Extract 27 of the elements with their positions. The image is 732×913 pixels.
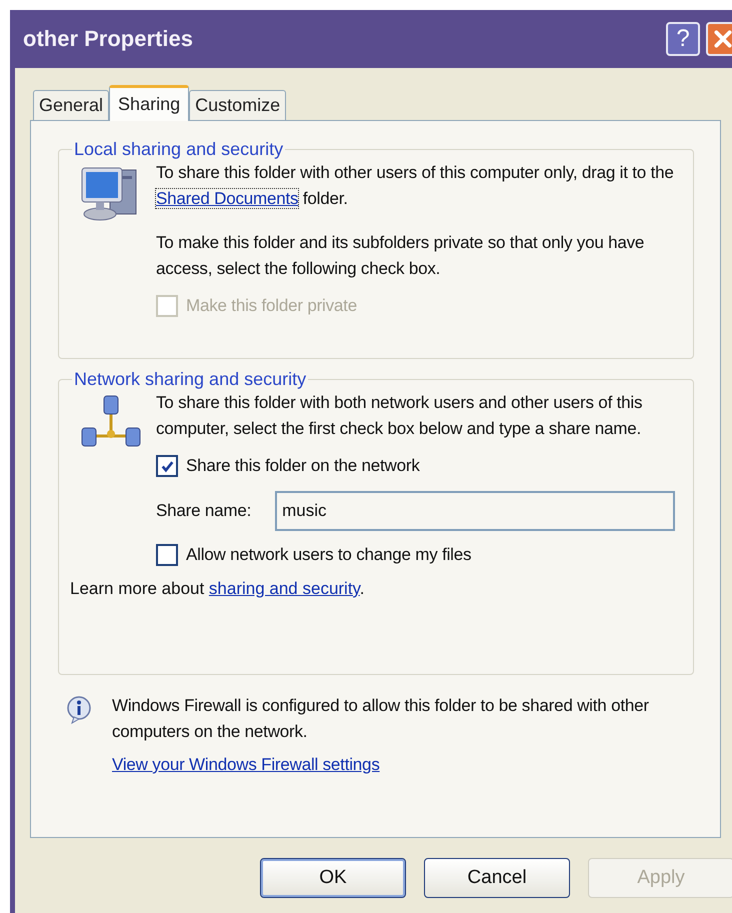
instruction-text: To share this folder with other users of this computer only, drag it to the Shared Documents folder.	[156, 162, 675, 210]
group-legend: Network sharing and security	[72, 369, 308, 390]
field-label: Share name:	[156, 501, 252, 521]
tab[interactable]: General	[33, 90, 110, 120]
instruction-text: To share this folder with both network users and other users of this computer, select the first check box below and type a share name.	[156, 392, 644, 440]
window-title: other Properties	[23, 26, 194, 52]
shared-documents-link[interactable]: Shared Documents	[156, 189, 298, 208]
checkbox[interactable]	[156, 455, 178, 477]
firewall-settings-link[interactable]: View your Windows Firewall settings	[112, 755, 380, 775]
dialog-button[interactable]: Cancel	[424, 858, 570, 898]
checkbox-label: Make this folder private	[186, 296, 357, 316]
tab[interactable]: Customize	[189, 90, 286, 120]
learn-more-text: Learn more about sharing and security.	[70, 578, 366, 600]
sharing-security-link[interactable]: sharing and security	[208, 579, 360, 598]
close-icon	[712, 28, 732, 50]
instruction-text: To make this folder and its subfolders private so that only you have access, select the following check box.	[156, 232, 646, 280]
checkbox-label: Allow network users to change my files	[186, 545, 472, 565]
help-button[interactable]: ?	[666, 22, 700, 56]
checkbox[interactable]	[156, 544, 178, 566]
firewall-text: Windows Firewall is configured to allow this folder to be shared with other computers on the network.	[112, 695, 650, 743]
checkmark-icon	[160, 458, 174, 474]
group-legend: Local sharing and security	[72, 139, 286, 160]
close-button[interactable]	[706, 22, 732, 56]
dialog-button[interactable]: OK	[260, 858, 406, 898]
tab[interactable]: Sharing	[109, 85, 190, 121]
share-name-field[interactable]: music	[275, 491, 675, 531]
checkbox-label: Share this folder on the network	[186, 456, 420, 476]
